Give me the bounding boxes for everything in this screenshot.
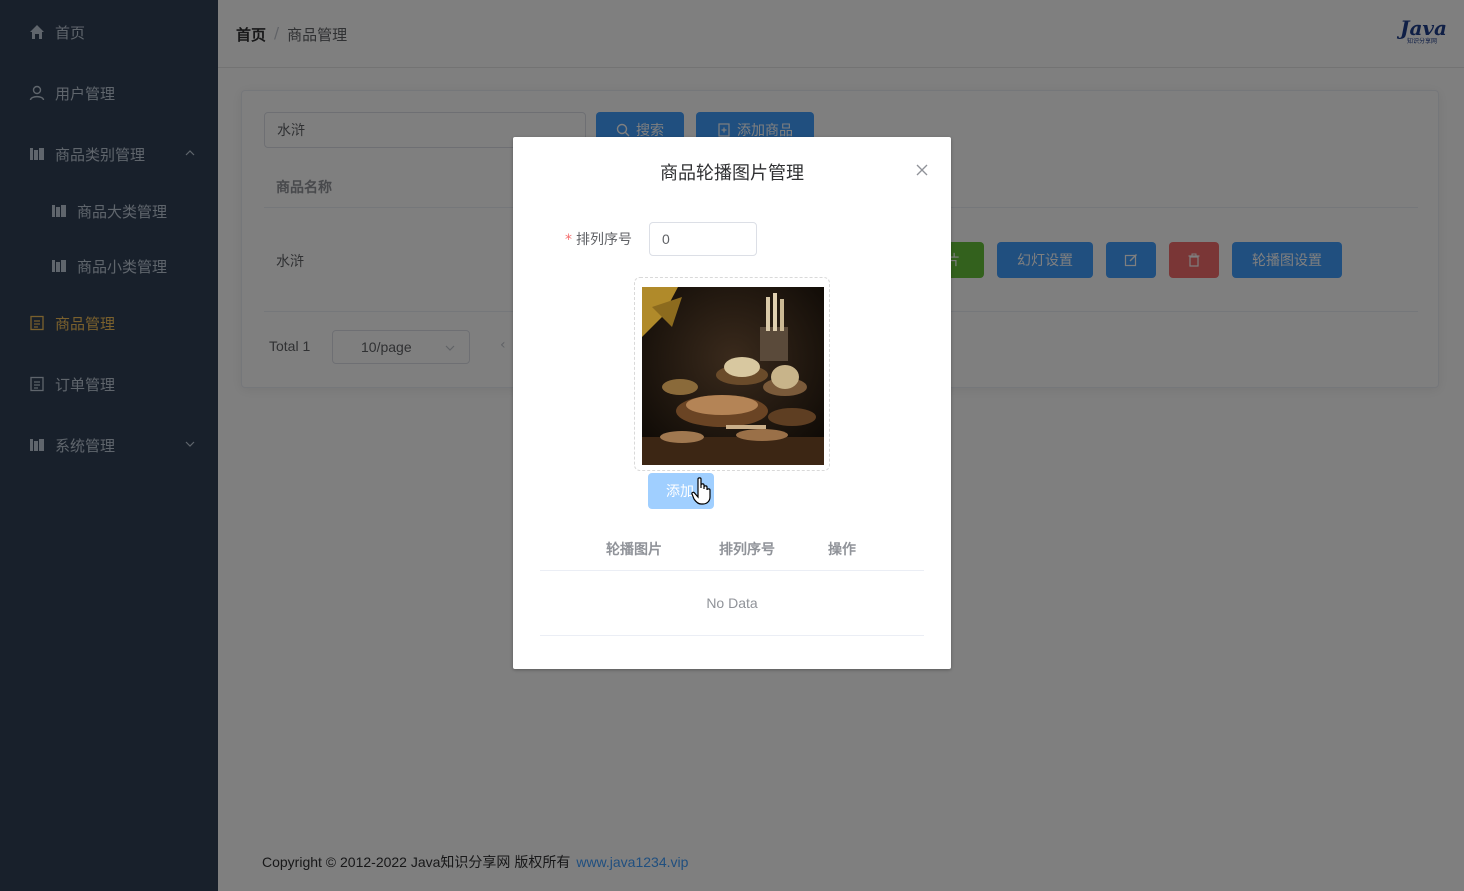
divider xyxy=(540,635,924,636)
image-uploader[interactable] xyxy=(634,277,830,471)
divider xyxy=(540,570,924,571)
required-asterisk: * xyxy=(565,232,572,248)
empty-text: No Data xyxy=(706,595,758,611)
uploaded-image-preview xyxy=(642,287,824,465)
close-icon[interactable] xyxy=(915,163,929,177)
table-header-order: 排列序号 xyxy=(719,542,775,558)
order-label: * 排列序号 xyxy=(565,232,632,248)
dialog-title: 商品轮播图片管理 xyxy=(660,163,804,184)
hand-cursor-icon xyxy=(691,477,711,505)
table-header-actions: 操作 xyxy=(828,542,856,558)
table-header-image: 轮播图片 xyxy=(606,542,662,558)
carousel-dialog: 商品轮播图片管理 * 排列序号 0 添加 轮播图片 排列序号 操作 No Dat… xyxy=(513,137,951,669)
order-input[interactable]: 0 xyxy=(649,222,757,256)
